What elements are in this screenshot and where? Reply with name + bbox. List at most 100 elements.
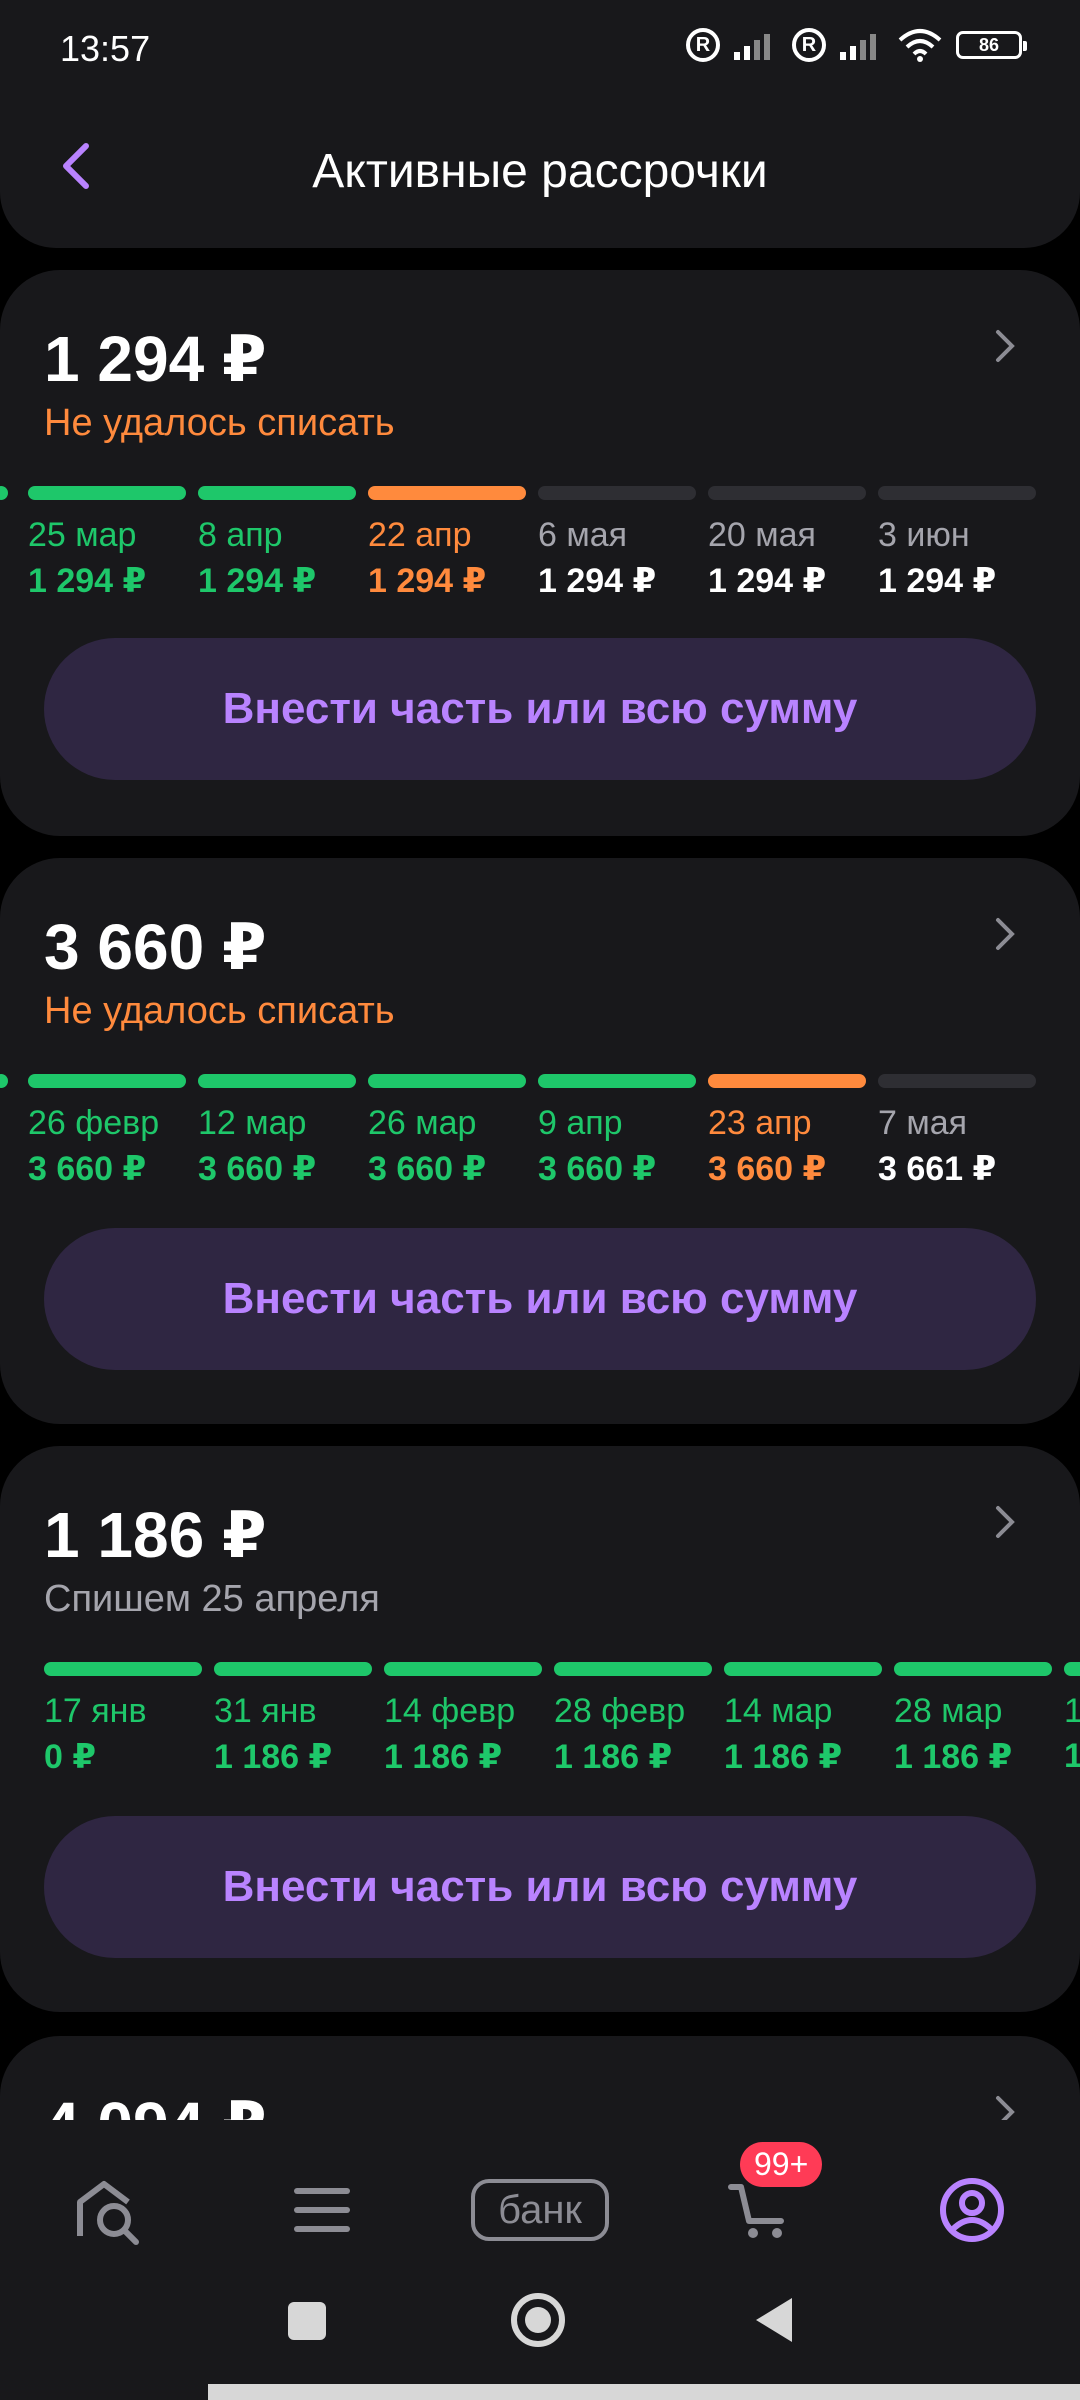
payment-amount: 0 ₽ — [44, 1738, 97, 1776]
payment-segment: 17 янв 0 ₽ — [44, 1662, 202, 1777]
payment-date: 25 мар — [28, 516, 137, 554]
payment-segment: 3 июн 1 294 ₽ — [878, 486, 1036, 601]
payment-date: 20 мая — [708, 516, 816, 554]
pay-part-button[interactable]: Внести часть или всю сумму — [44, 1816, 1036, 1958]
payment-segment: 14 мар 1 186 ₽ — [724, 1662, 882, 1777]
payment-amount: 1 186 ₽ — [384, 1738, 503, 1776]
payment-segment: 14 февр 1 186 ₽ — [384, 1662, 542, 1777]
payment-progress-bar — [198, 486, 356, 500]
payment-amount: 1 186 ₽ — [214, 1738, 333, 1776]
payment-segment: 25 мар 1 294 ₽ — [28, 486, 186, 601]
payment-segment: 31 янв 1 186 ₽ — [214, 1662, 372, 1777]
payment-amount: 3 660 ₽ — [28, 1150, 147, 1188]
payment-segment: 26 мар 3 660 ₽ — [368, 1074, 526, 1189]
payment-progress-bar — [1064, 1662, 1080, 1676]
nav-bank[interactable]: банк — [470, 2160, 610, 2260]
signal-icon — [734, 34, 770, 60]
nav-catalog[interactable] — [272, 2160, 372, 2260]
payment-date: 28 февр — [554, 1692, 686, 1730]
profile-icon — [940, 2178, 1004, 2242]
payment-date: 3 июн — [878, 516, 970, 554]
payment-progress-bar — [724, 1662, 882, 1676]
payment-amount: 1 294 ₽ — [878, 562, 997, 600]
payment-timeline: 25 мар 1 294 ₽8 апр 1 294 ₽22 апр 1 294 ₽6 … — [0, 486, 1080, 626]
nav-search-home[interactable] — [58, 2160, 158, 2260]
payment-timeline: 17 янв 0 ₽ 31 янв 1 186 ₽ 14 февр 1 186 ₽ 28 ф… — [0, 1662, 1080, 1802]
search-home-icon — [77, 2181, 139, 2245]
payment-amount: 1 186 ₽ — [554, 1738, 673, 1776]
payment-date: 1 — [1064, 1692, 1080, 1730]
back-triangle-icon[interactable] — [746, 2290, 806, 2350]
payment-segment: 9 апр 3 660 ₽ — [538, 1074, 696, 1189]
payment-date: 9 апр — [538, 1104, 623, 1142]
payment-amount: 1 186 ₽ — [724, 1738, 843, 1776]
chevron-right-icon[interactable] — [992, 1502, 1020, 1542]
payment-date: 7 мая — [878, 1104, 968, 1142]
payment-amount: 1 294 ₽ — [538, 562, 657, 600]
payment-timeline: 26 февр 3 660 ₽ 12 мар 3 660 ₽ 26 мар 3 660 ₽… — [0, 1074, 1080, 1214]
chevron-right-icon[interactable] — [992, 326, 1020, 366]
pay-part-button[interactable]: Внести часть или всю сумму — [44, 1228, 1036, 1370]
payment-progress-bar — [198, 1074, 356, 1088]
payment-amount: 1 294 ₽ — [368, 562, 487, 600]
status-time: 13:57 — [60, 28, 151, 69]
payment-date: 8 апр — [198, 516, 283, 554]
payment-segment: 8 апр 1 294 ₽ — [198, 486, 356, 601]
status-icons: R R 86 — [686, 28, 1027, 62]
installment-amount: 3 660 ₽ — [44, 911, 267, 983]
payment-date: 14 февр — [384, 1692, 516, 1730]
payment-segment: 12 мар 3 660 ₽ — [198, 1074, 356, 1189]
installment-card[interactable]: 3 660 ₽ Не удалось списать 26 февр 3 660 … — [0, 858, 1080, 1424]
payment-amount: 1 294 ₽ — [28, 562, 147, 600]
wifi-icon — [898, 29, 942, 62]
payment-segment: 6 мая 1 294 ₽ — [538, 486, 696, 601]
payment-progress-bar — [28, 486, 186, 500]
payment-date: 23 апр — [708, 1104, 812, 1142]
bottom-navigation: банк 99+ — [0, 2120, 1080, 2400]
installment-status: Не удалось списать — [44, 402, 395, 444]
installment-amount: 1 294 ₽ — [44, 323, 267, 395]
page-title: Активные рассрочки — [312, 145, 768, 198]
pay-part-button[interactable]: Внести часть или всю сумму — [44, 638, 1036, 780]
installment-card[interactable]: 1 294 ₽ Не удалось списать 25 мар 1 294 ₽… — [0, 270, 1080, 836]
payment-progress-bar — [214, 1662, 372, 1676]
payment-progress-bar — [894, 1662, 1052, 1676]
bank-icon: банк — [471, 2179, 609, 2241]
gesture-bar — [208, 2384, 1080, 2400]
payment-progress-bar — [878, 1074, 1036, 1088]
roaming-icon: R — [686, 28, 720, 62]
payment-date: 17 янв — [44, 1692, 147, 1730]
payment-date: 26 мар — [368, 1104, 477, 1142]
installment-status: Не удалось списать — [44, 990, 395, 1032]
timeline-stub — [0, 1074, 8, 1088]
recents-square-icon[interactable] — [276, 2290, 336, 2350]
payment-date: 28 мар — [894, 1692, 1003, 1730]
payment-date: 14 мар — [724, 1692, 833, 1730]
home-circle-icon[interactable] — [508, 2290, 568, 2350]
payment-amount: 3 661 ₽ — [878, 1150, 997, 1188]
payment-progress-bar — [384, 1662, 542, 1676]
payment-amount: 1 — [1064, 1737, 1080, 1775]
payment-progress-bar — [554, 1662, 712, 1676]
payment-progress-bar — [28, 1074, 186, 1088]
payment-progress-bar — [44, 1662, 202, 1676]
nav-profile[interactable] — [922, 2160, 1022, 2260]
roaming-icon: R — [792, 28, 826, 62]
payment-segment: 11 — [1064, 1662, 1080, 1776]
status-bar: 13:57 R R 86 — [0, 0, 1080, 100]
header-panel: 13:57 R R 86 Активные рассрочки — [0, 0, 1080, 248]
installment-card[interactable]: 1 186 ₽ Спишем 25 апреля 17 янв 0 ₽ 31 янв… — [0, 1446, 1080, 2012]
signal-icon — [840, 34, 876, 60]
payment-amount: 3 660 ₽ — [198, 1150, 317, 1188]
payment-progress-bar — [708, 486, 866, 500]
payment-progress-bar — [708, 1074, 866, 1088]
chevron-right-icon[interactable] — [992, 914, 1020, 954]
payment-date: 22 апр — [368, 516, 472, 554]
payment-amount: 3 660 ₽ — [538, 1150, 657, 1188]
timeline-stub — [0, 486, 8, 500]
menu-icon — [294, 2188, 350, 2232]
payment-segment: 28 мар 1 186 ₽ — [894, 1662, 1052, 1777]
payment-date: 26 февр — [28, 1104, 160, 1142]
payment-date: 31 янв — [214, 1692, 317, 1730]
payment-progress-bar — [368, 486, 526, 500]
